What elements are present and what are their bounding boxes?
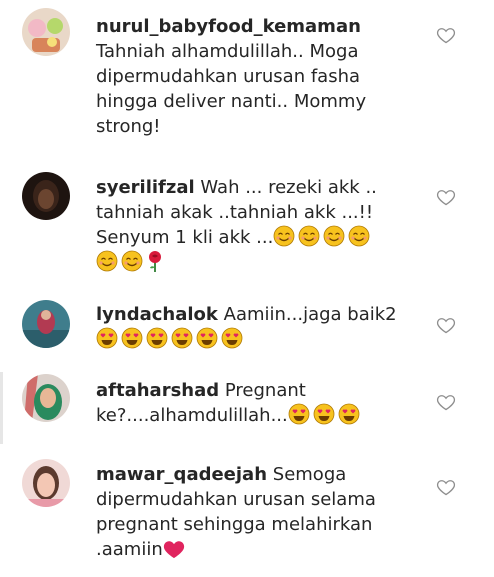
comment-item: lyndachalok Aamiin...jaga baik2: [0, 290, 494, 360]
comment-item: nurul_babyfood_kemaman Tahniah alhamduli…: [0, 0, 494, 160]
avatar[interactable]: [22, 459, 70, 507]
heart-eyes-icon: [121, 327, 143, 349]
red-heart-icon: [163, 541, 184, 559]
comment-text: nurul_babyfood_kemaman Tahniah alhamduli…: [96, 14, 421, 139]
heart-eyes-icon: [196, 327, 218, 349]
heart-eyes-icon: [171, 327, 193, 349]
avatar[interactable]: [22, 300, 70, 348]
comment-item: aftaharshad Pregnant ke?....alhamdulilla…: [0, 370, 494, 450]
smiling-face-icon: [298, 225, 320, 247]
like-heart-icon[interactable]: [436, 477, 456, 497]
comment-username[interactable]: nurul_babyfood_kemaman: [96, 16, 361, 37]
avatar[interactable]: [22, 8, 70, 56]
comment-text: syerilifzal Wah ... rezeki akk .. tahnia…: [96, 175, 421, 275]
comment-item: mawar_qadeejah Semoga dipermudahkan urus…: [0, 455, 494, 575]
heart-eyes-icon: [313, 403, 335, 425]
heart-eyes-icon: [288, 403, 310, 425]
smiling-face-icon: [323, 225, 345, 247]
heart-eyes-icon: [221, 327, 243, 349]
comment-username[interactable]: aftaharshad: [96, 380, 219, 401]
comment-username[interactable]: mawar_qadeejah: [96, 464, 267, 485]
avatar[interactable]: [22, 172, 70, 220]
smiling-face-icon: [348, 225, 370, 247]
avatar[interactable]: [22, 374, 70, 422]
comment-text: lyndachalok Aamiin...jaga baik2: [96, 302, 421, 352]
like-heart-icon[interactable]: [436, 315, 456, 335]
comment-body: Tahniah alhamdulillah.. Moga dipermudahk…: [96, 41, 372, 137]
comment-username[interactable]: syerilifzal: [96, 177, 195, 198]
smiling-face-icon: [96, 250, 118, 272]
comment-text: mawar_qadeejah Semoga dipermudahkan urus…: [96, 462, 421, 562]
like-heart-icon[interactable]: [436, 187, 456, 207]
like-heart-icon[interactable]: [436, 25, 456, 45]
heart-eyes-icon: [96, 327, 118, 349]
rose-icon: [149, 251, 161, 272]
smiling-face-icon: [121, 250, 143, 272]
comment-body: Aamiin...jaga baik2: [223, 304, 397, 325]
comment-text: aftaharshad Pregnant ke?....alhamdulilla…: [96, 378, 421, 428]
like-heart-icon[interactable]: [436, 392, 456, 412]
heart-eyes-icon: [146, 327, 168, 349]
comment-item: syerilifzal Wah ... rezeki akk .. tahnia…: [0, 165, 494, 285]
smiling-face-icon: [273, 225, 295, 247]
heart-eyes-icon: [338, 403, 360, 425]
comment-username[interactable]: lyndachalok: [96, 304, 218, 325]
